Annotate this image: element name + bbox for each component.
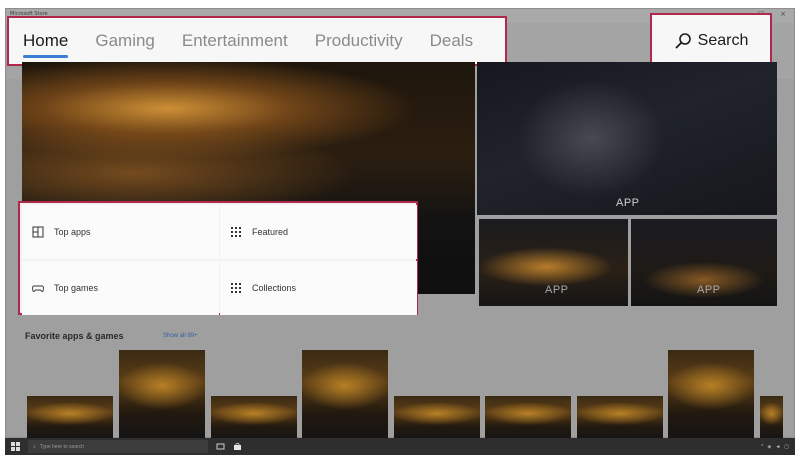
quick-link-label: Top games [54, 283, 99, 293]
search-icon [675, 33, 691, 49]
favorite-tile[interactable] [668, 350, 754, 440]
quick-link-label: Collections [252, 283, 297, 293]
chevron-up-icon[interactable]: ^ [761, 444, 763, 450]
tab-home[interactable]: Home [23, 31, 69, 58]
search-button[interactable]: Search [650, 13, 772, 69]
system-tray: ^ ◈ ◄ ▢ [761, 444, 789, 450]
featured-app-tile[interactable]: APP [477, 62, 777, 215]
search-label: Search [697, 32, 749, 49]
favorite-tile[interactable] [394, 396, 480, 440]
taskbar-search-icon: ⌕ [33, 443, 36, 450]
top-apps-icon [32, 226, 44, 238]
tile-label: APP [616, 197, 640, 209]
tile-label: APP [697, 284, 721, 296]
close-icon[interactable]: × [778, 10, 788, 18]
quick-link-label: Top apps [54, 227, 91, 237]
store-taskbar-icon[interactable] [233, 442, 242, 451]
favorite-tile[interactable] [119, 350, 205, 440]
nav-tabs: Home Gaming Entertainment Productivity D… [7, 16, 507, 66]
favorite-tile[interactable] [27, 396, 113, 440]
grid-icon [231, 283, 241, 293]
favorite-tile[interactable] [485, 396, 571, 440]
volume-icon[interactable]: ◄ [775, 444, 780, 450]
network-icon[interactable]: ◈ [767, 444, 771, 450]
quick-link-collections[interactable]: Collections [220, 261, 417, 315]
windows-start-icon[interactable] [11, 442, 20, 451]
favorite-tile[interactable] [211, 396, 297, 440]
tile-label: APP [545, 284, 569, 296]
quick-link-top-apps[interactable]: Top apps [22, 205, 219, 259]
app-tile-small-1[interactable]: APP [479, 219, 628, 306]
gamepad-icon [32, 285, 44, 292]
taskbar-search-box[interactable]: ⌕ Type here to search [28, 440, 208, 453]
show-all-link[interactable]: Show all 99+ [163, 333, 198, 339]
quick-link-featured[interactable]: Featured [220, 205, 417, 259]
task-view-icon[interactable] [216, 442, 225, 451]
notification-icon[interactable]: ▢ [784, 444, 789, 450]
tab-entertainment[interactable]: Entertainment [182, 31, 288, 51]
favorite-tile[interactable] [760, 396, 783, 440]
favorite-tile[interactable] [577, 396, 663, 440]
taskbar: ⌕ Type here to search ^ ◈ ◄ ▢ [5, 438, 795, 455]
tab-productivity[interactable]: Productivity [315, 31, 403, 51]
app-tile-small-2[interactable]: APP [631, 219, 777, 306]
quick-link-top-games[interactable]: Top games [22, 261, 219, 315]
favorite-tile[interactable] [302, 350, 388, 440]
favorites-heading: Favorite apps & games [25, 331, 124, 341]
tab-deals[interactable]: Deals [430, 31, 473, 51]
tab-gaming[interactable]: Gaming [95, 31, 155, 51]
quick-link-label: Featured [252, 227, 289, 237]
grid-icon [231, 227, 241, 237]
quick-links-panel: Top apps Featured Top games Collections [18, 201, 418, 315]
taskbar-search-placeholder: Type here to search [39, 443, 85, 450]
